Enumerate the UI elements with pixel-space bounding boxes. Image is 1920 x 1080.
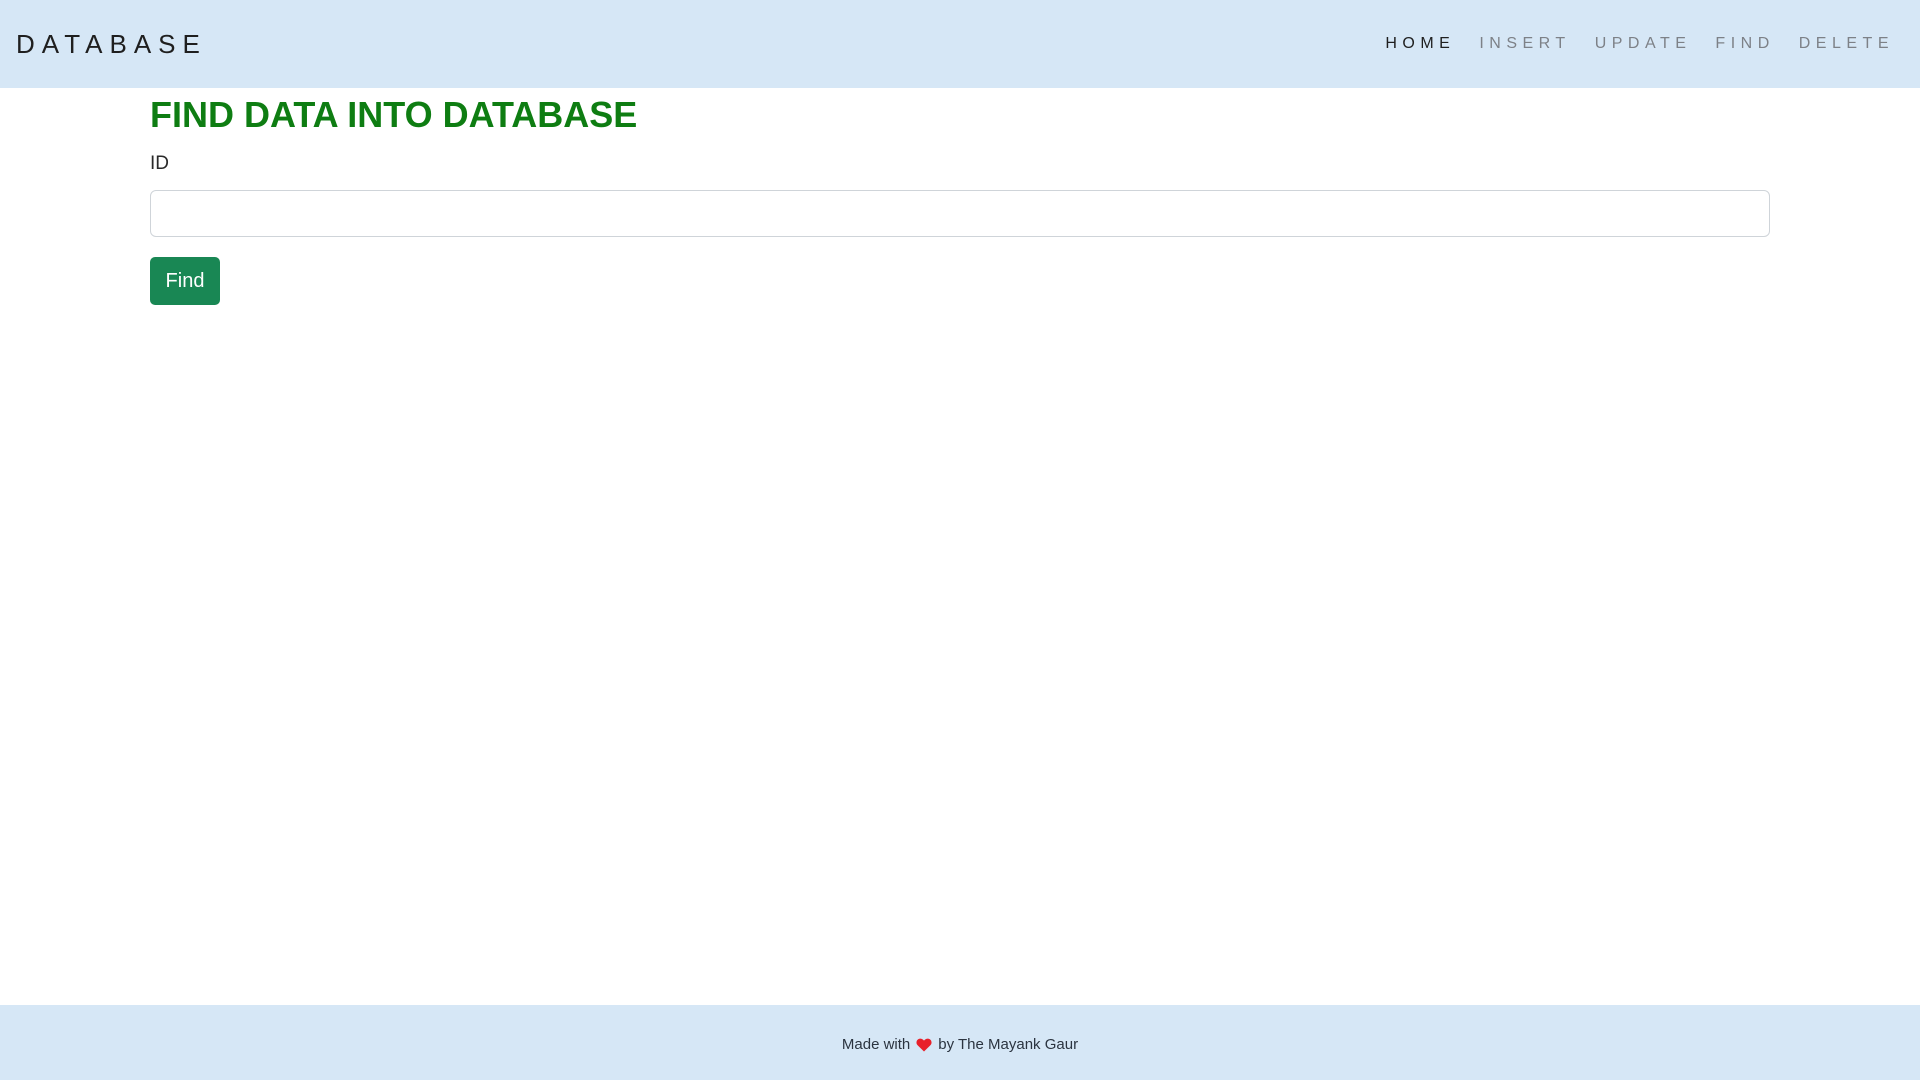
page: DATABASE HOME INSERT UPDATE FIND DELETE …	[0, 0, 1920, 1080]
id-label: ID	[150, 153, 169, 174]
nav-link-insert[interactable]: INSERT	[1479, 35, 1570, 53]
nav-link-update[interactable]: UPDATE	[1595, 35, 1692, 53]
footer: Made with by The Mayank Gaur	[0, 1005, 1920, 1080]
heart-icon	[916, 1038, 932, 1052]
brand-logo-text[interactable]: DATABASE	[16, 29, 207, 60]
footer-suffix: by The Mayank Gaur	[938, 1036, 1079, 1053]
top-navbar: DATABASE HOME INSERT UPDATE FIND DELETE	[0, 0, 1920, 88]
find-form: FIND DATA INTO DATABASE ID Find	[150, 88, 1770, 305]
page-title: FIND DATA INTO DATABASE	[150, 94, 638, 135]
nav-link-find[interactable]: FIND	[1715, 35, 1774, 53]
nav-link-delete[interactable]: DELETE	[1799, 35, 1894, 53]
footer-prefix: Made with	[841, 1036, 911, 1053]
nav-links: HOME INSERT UPDATE FIND DELETE	[1361, 35, 1894, 53]
find-button[interactable]: Find	[150, 257, 220, 305]
nav-link-home[interactable]: HOME	[1385, 35, 1455, 53]
id-input[interactable]	[150, 190, 1770, 237]
